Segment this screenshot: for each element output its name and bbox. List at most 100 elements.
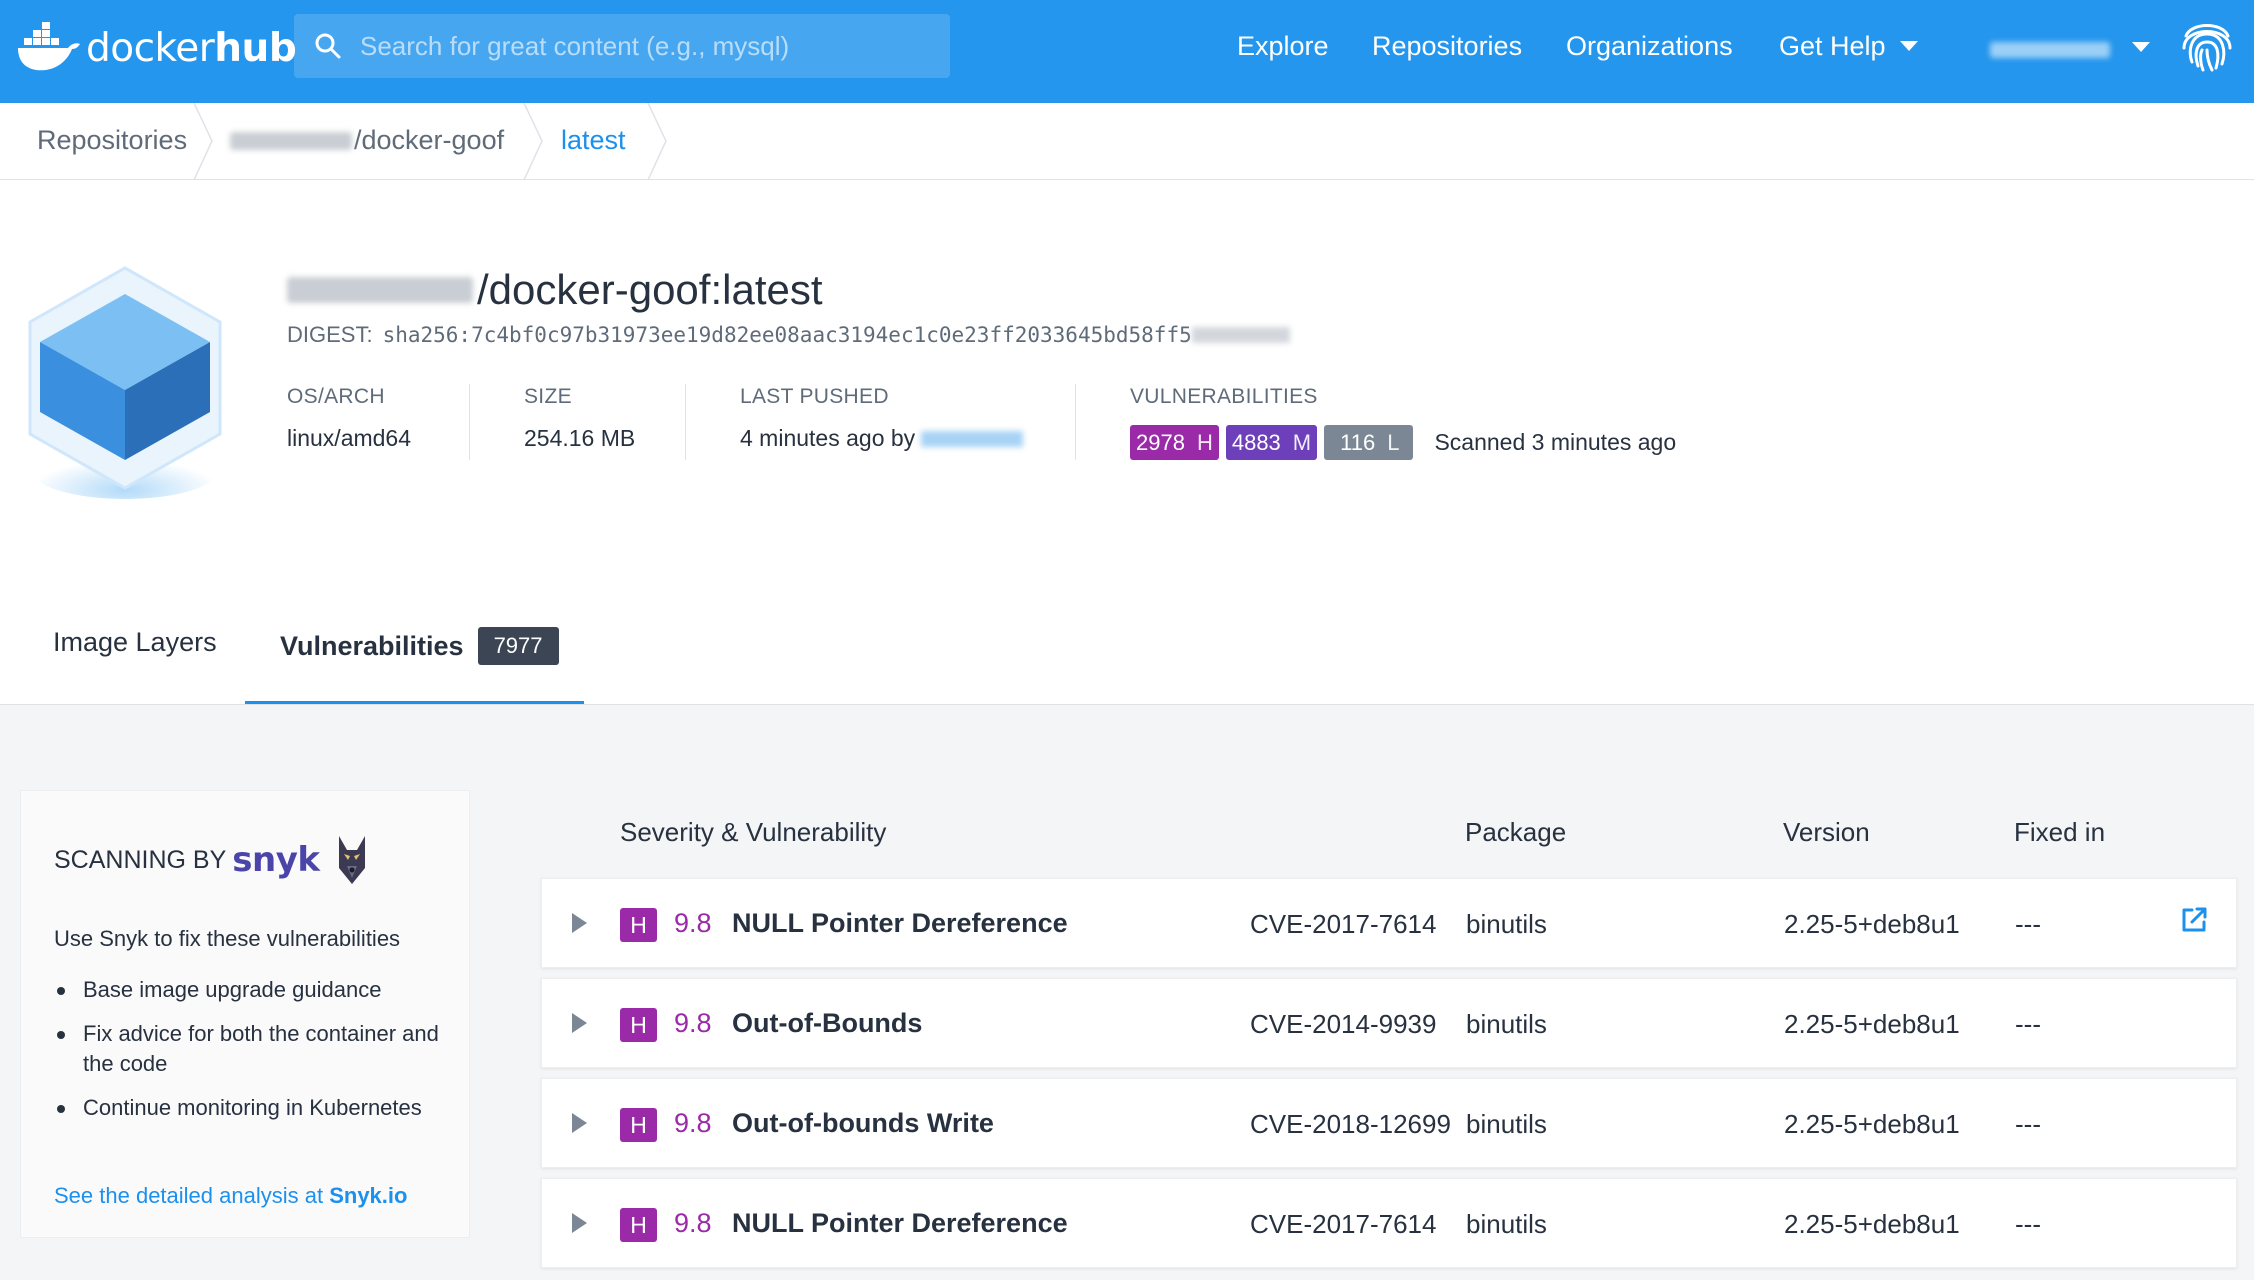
breadcrumb-separator [523, 103, 543, 180]
table-row[interactable]: H 9.8 NULL Pointer Dereference CVE-2017-… [541, 1178, 2237, 1268]
cvss-score: 9.8 [674, 908, 712, 938]
breadcrumb-separator [193, 103, 213, 180]
chevron-down-icon [1899, 41, 1918, 51]
breadcrumb-tag[interactable]: latest [561, 125, 626, 156]
digest-label: DIGEST: [287, 322, 373, 347]
size-value: 254.16 MB [524, 425, 636, 451]
last-pushed-text: 4 minutes ago by [740, 425, 916, 451]
meta-vulnerabilities: VULNERABILITIES 2978 H 4883 M 116 L Scan… [1130, 385, 1676, 460]
cve-id: CVE-2017-7614 [1250, 1209, 1437, 1239]
package-name: binutils [1466, 1109, 1547, 1139]
nav-get-help-menu[interactable]: Get Help [1779, 26, 1918, 66]
breadcrumb: Repositories /docker-goof latest [0, 103, 2254, 180]
medium-vuln-letter: M [1292, 429, 1312, 455]
cube-icon [28, 266, 222, 499]
snyk-benefits-list: Base image upgrade guidance Fix advice f… [54, 975, 454, 1137]
column-header-severity: Severity & Vulnerability [620, 817, 887, 847]
list-item: Base image upgrade guidance [54, 975, 454, 1005]
cvss-score: 9.8 [674, 1108, 712, 1138]
snyk-dog-icon [339, 836, 366, 884]
package-version: 2.25-5+deb8u1 [1784, 1109, 1960, 1139]
namespace-redacted [287, 277, 473, 303]
pusher-redacted[interactable] [921, 430, 1024, 447]
fixed-in-version: --- [2015, 1109, 2041, 1139]
column-header-fixed-in: Fixed in [2014, 817, 2106, 847]
table-row[interactable]: H 9.8 NULL Pointer Dereference CVE-2017-… [541, 878, 2237, 968]
active-tab-indicator [245, 701, 584, 704]
severity-badge: H [620, 1008, 657, 1042]
size-label: SIZE [524, 385, 572, 408]
scanned-timestamp: Scanned 3 minutes ago [1434, 429, 1677, 455]
nav-explore-link[interactable]: Explore [1237, 26, 1329, 66]
image-digest: DIGEST: sha256:7c4bf0c97b31973ee19d82ee0… [287, 322, 1290, 348]
table-row[interactable]: H 9.8 Out-of-Bounds CVE-2014-9939 binuti… [541, 978, 2237, 1068]
vulnerability-title: Out-of-Bounds [732, 1008, 923, 1038]
high-vuln-letter: H [1196, 429, 1213, 455]
cve-id: CVE-2014-9939 [1250, 1009, 1437, 1039]
expand-arrow-icon[interactable] [572, 1113, 587, 1133]
package-version: 2.25-5+deb8u1 [1784, 1209, 1960, 1239]
breadcrumb-repo-name: /docker-goof [354, 125, 505, 155]
image-title-text: /docker-goof:latest [477, 266, 823, 313]
digest-value[interactable]: sha256:7c4bf0c97b31973ee19d82ee08aac3194… [383, 323, 1192, 347]
nav-organizations-link[interactable]: Organizations [1566, 26, 1733, 66]
last-pushed-label: LAST PUSHED [740, 385, 889, 408]
package-version: 2.25-5+deb8u1 [1784, 1009, 1960, 1039]
vulnerability-title: NULL Pointer Dereference [732, 1208, 1068, 1238]
medium-vuln-badge: 4883 M [1225, 425, 1318, 460]
meta-os-arch: OS/ARCH linux/amd64 [287, 385, 411, 452]
snyk-description: Use Snyk to fix these vulnerabilities [54, 926, 401, 951]
fixed-in-version: --- [2015, 1209, 2041, 1239]
snyk-analysis-link[interactable]: See the detailed analysis at Snyk.io [54, 1183, 407, 1209]
low-vuln-badge: 116 L [1324, 425, 1414, 460]
top-navigation-bar: dockerhub Explore Repositories Organizat… [0, 0, 2254, 103]
package-version: 2.25-5+deb8u1 [1784, 909, 1960, 939]
severity-badge: H [620, 1208, 657, 1242]
logo-wordmark: dockerhub [86, 25, 297, 71]
vulnerabilities-content: SCANNING BY snyk Use Snyk to fix these v… [0, 705, 2254, 1280]
search-input[interactable] [360, 30, 950, 62]
cve-id: CVE-2017-7614 [1250, 909, 1437, 939]
column-header-version: Version [1783, 817, 1870, 847]
expand-arrow-icon[interactable] [572, 1013, 587, 1033]
username-redacted[interactable] [1990, 42, 2110, 58]
tab-image-layers[interactable]: Image Layers [53, 627, 217, 658]
expand-arrow-icon[interactable] [572, 1213, 587, 1233]
breadcrumb-repositories[interactable]: Repositories [37, 125, 187, 156]
image-title: /docker-goof:latest [287, 266, 823, 314]
snyk-header: SCANNING BY snyk [54, 834, 369, 886]
package-name: binutils [1466, 1009, 1547, 1039]
docker-hub-logo[interactable]: dockerhub [16, 18, 297, 78]
package-name: binutils [1466, 1209, 1547, 1239]
medium-vuln-count: 4883 [1231, 429, 1281, 455]
chevron-down-icon[interactable] [2132, 42, 2150, 52]
scanning-by-label: SCANNING BY [54, 845, 227, 874]
vulnerability-title: NULL Pointer Dereference [732, 908, 1068, 938]
search-box[interactable] [294, 14, 950, 78]
logo-word-docker: docker [86, 25, 215, 71]
vulnerability-title: Out-of-bounds Write [732, 1108, 994, 1138]
nav-repositories-link[interactable]: Repositories [1372, 26, 1522, 66]
vulnerabilities-label: VULNERABILITIES [1130, 385, 1318, 408]
meta-last-pushed: LAST PUSHED 4 minutes ago by [740, 385, 1024, 452]
fixed-in-version: --- [2015, 1009, 2041, 1039]
search-icon [315, 33, 341, 59]
cve-id: CVE-2018-12699 [1250, 1109, 1451, 1139]
tab-bar: Image Layers Vulnerabilities 7977 [0, 600, 2254, 705]
fingerprint-icon[interactable] [2176, 14, 2238, 76]
expand-arrow-icon[interactable] [572, 913, 587, 933]
low-vuln-count: 116 [1340, 429, 1376, 455]
low-vuln-letter: L [1387, 429, 1400, 455]
breadcrumb-repository[interactable]: /docker-goof [230, 125, 504, 156]
docker-whale-icon [18, 22, 80, 71]
table-row[interactable]: H 9.8 Out-of-bounds Write CVE-2018-12699… [541, 1078, 2237, 1168]
external-link-icon[interactable] [2179, 905, 2209, 935]
severity-badge: H [620, 1108, 657, 1142]
column-header-package: Package [1465, 817, 1567, 847]
digest-redacted [1191, 327, 1290, 343]
tab-vulnerabilities[interactable]: Vulnerabilities 7977 [280, 627, 559, 665]
high-vuln-badge: 2978 H [1130, 425, 1219, 460]
snyk-link-target: Snyk.io [329, 1183, 408, 1208]
cvss-score: 9.8 [674, 1208, 712, 1238]
meta-divider [469, 384, 470, 460]
